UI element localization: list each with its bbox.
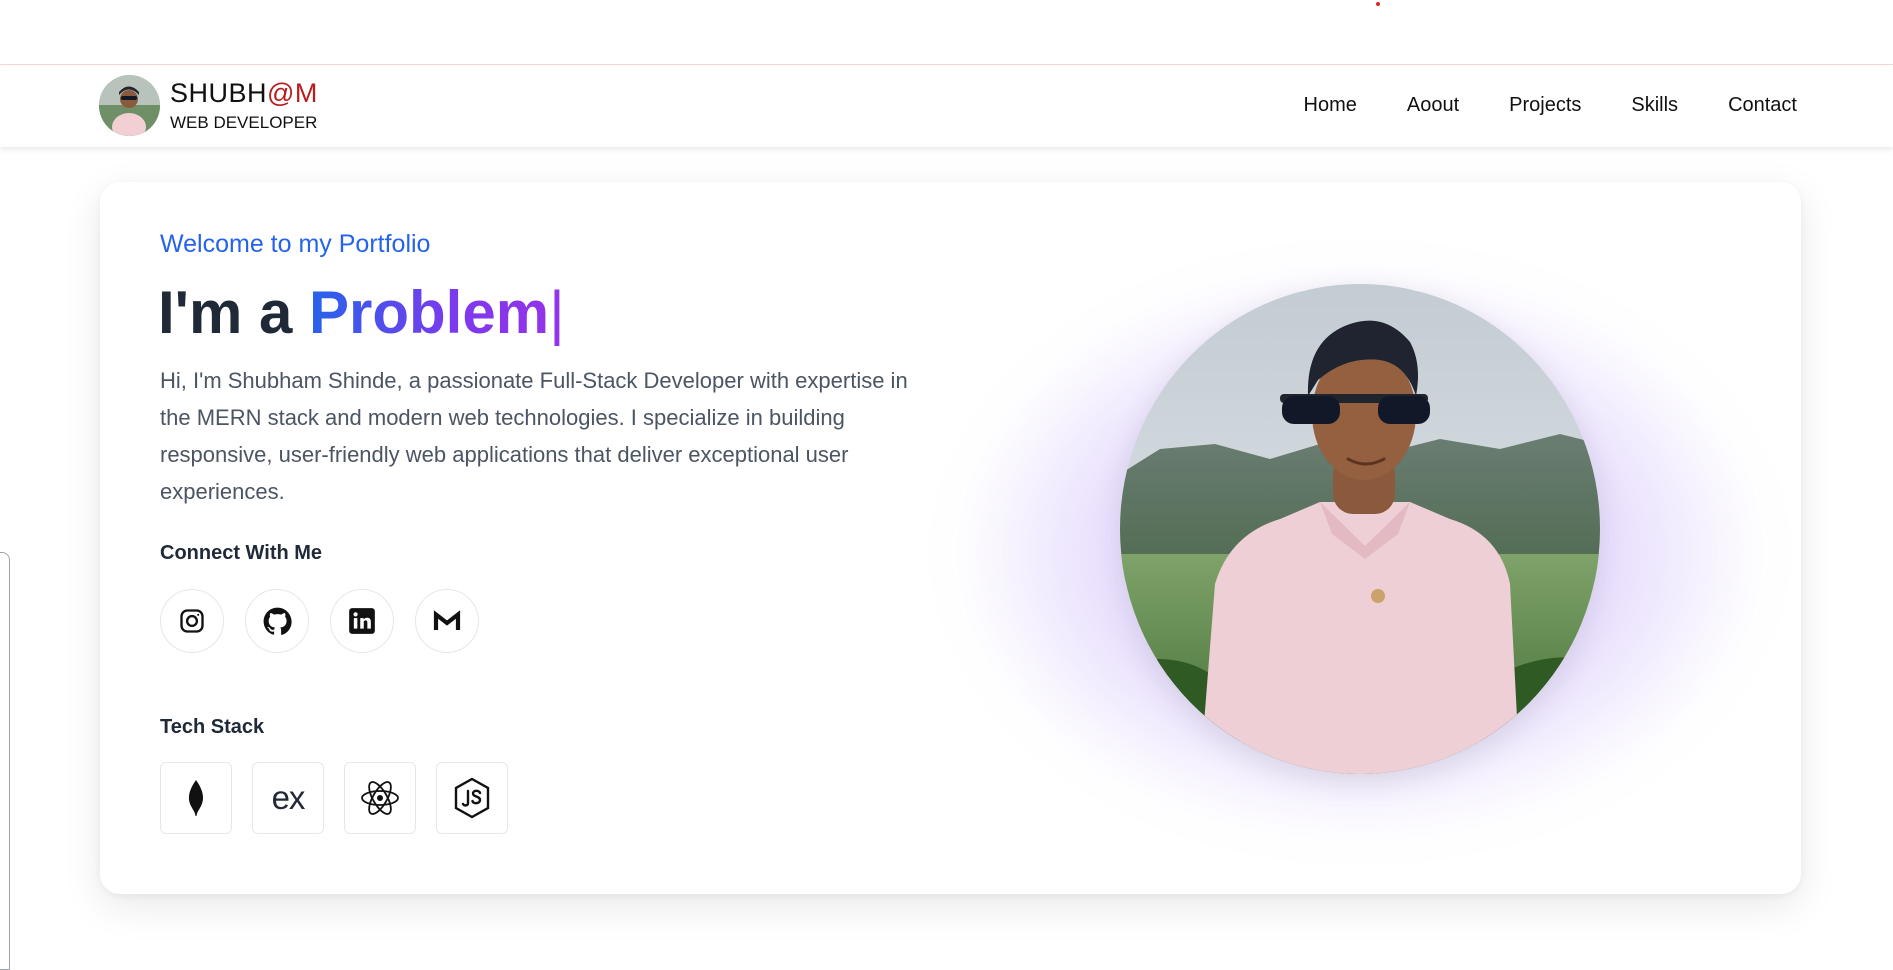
gmail-button[interactable]	[415, 589, 479, 653]
typing-cursor: |	[549, 279, 565, 346]
hero-card: Welcome to my Portfolio I'm a Problem| H…	[100, 182, 1801, 894]
headline-prefix: I'm a	[158, 279, 293, 346]
tech-mongodb	[160, 762, 232, 834]
gmail-icon	[433, 610, 461, 630]
tech-express: ex	[252, 762, 324, 834]
express-icon: ex	[271, 779, 306, 816]
tech-nodejs	[436, 762, 508, 834]
side-scroll-handle[interactable]	[0, 552, 10, 970]
github-button[interactable]	[245, 589, 309, 653]
nav-about[interactable]: Aoout	[1407, 94, 1459, 117]
navbar: SHUBH@M WEB DEVELOPER Home Aoout Project…	[0, 66, 1893, 147]
headline: I'm a Problem|	[158, 278, 565, 347]
nav-links: Home Aoout Projects Skills Contact	[1304, 94, 1797, 117]
brand-name-accent: @M	[267, 78, 318, 108]
nav-skills[interactable]: Skills	[1631, 94, 1678, 117]
intro-paragraph: Hi, I'm Shubham Shinde, a passionate Ful…	[160, 368, 908, 504]
brand-subtitle: WEB DEVELOPER	[170, 113, 318, 132]
social-links	[160, 589, 479, 653]
instagram-button[interactable]	[160, 589, 224, 653]
nodejs-icon	[454, 777, 490, 819]
tech-stack-label: Tech Stack	[160, 716, 265, 738]
brand[interactable]: SHUBH@M WEB DEVELOPER	[99, 75, 318, 136]
tech-stack: ex	[160, 762, 508, 834]
connect-label: Connect With Me	[160, 542, 323, 564]
nav-projects[interactable]: Projects	[1509, 94, 1581, 117]
tech-react	[344, 762, 416, 834]
welcome-text: Welcome to my Portfolio	[160, 230, 431, 258]
avatar	[99, 75, 160, 136]
linkedin-button[interactable]	[330, 589, 394, 653]
profile-photo	[1120, 284, 1600, 774]
nav-contact[interactable]: Contact	[1728, 94, 1797, 117]
indicator-dot	[1376, 2, 1380, 6]
top-strip	[0, 0, 1893, 65]
linkedin-icon	[349, 608, 375, 634]
instagram-icon	[180, 609, 204, 633]
react-icon	[361, 781, 399, 815]
nav-home[interactable]: Home	[1304, 94, 1357, 117]
brand-name: SHUBH@M	[170, 78, 318, 108]
github-icon	[263, 607, 292, 635]
mongodb-icon	[188, 780, 204, 816]
headline-typed-word: Problem	[309, 279, 550, 346]
